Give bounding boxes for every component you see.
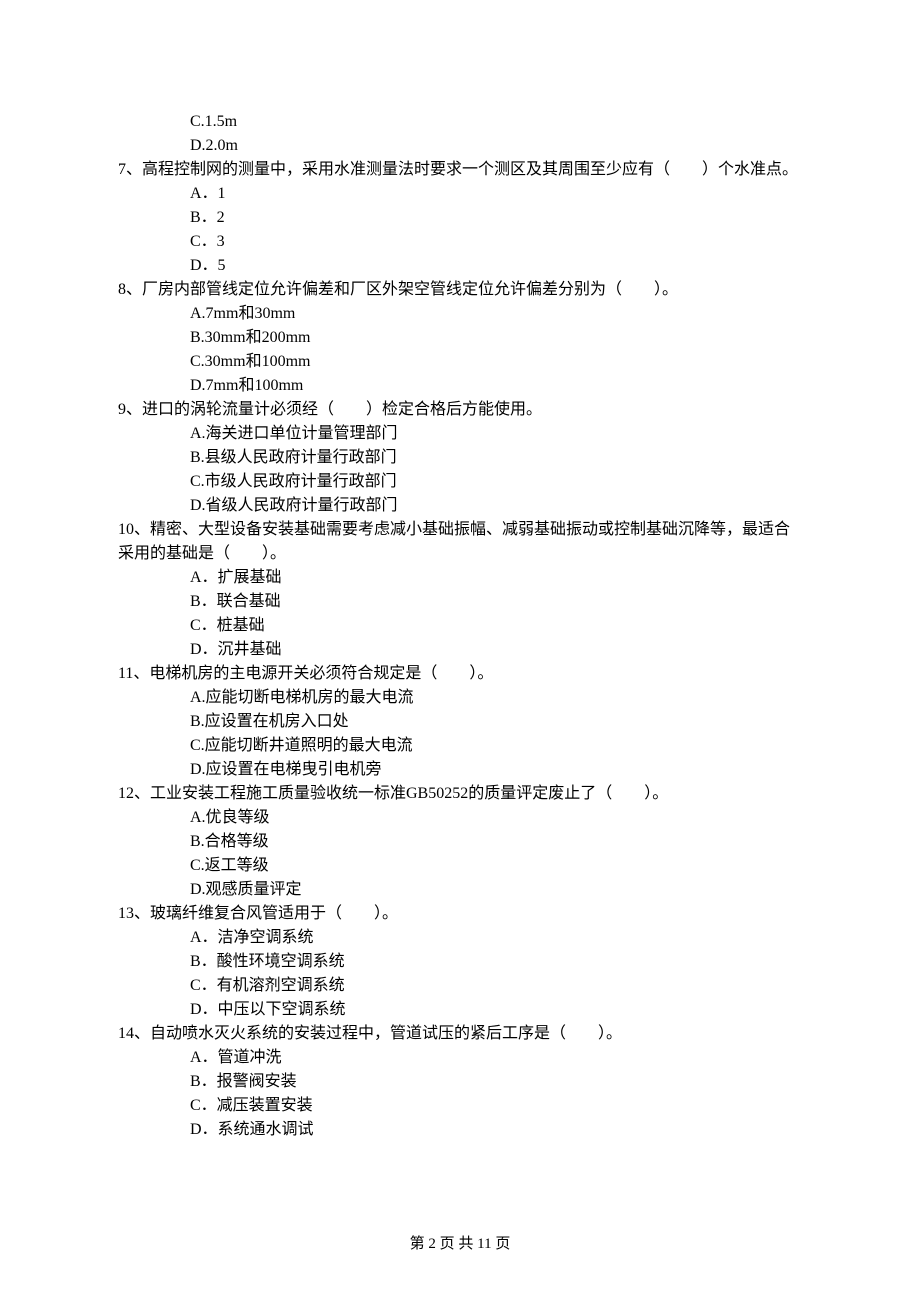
option-text: D.7mm和100mm (118, 374, 802, 398)
option-text: C.30mm和100mm (118, 350, 802, 374)
option-text: B.30mm和200mm (118, 326, 802, 350)
option-text: A.海关进口单位计量管理部门 (118, 422, 802, 446)
option-text: D.省级人民政府计量行政部门 (118, 494, 802, 518)
option-text: B．联合基础 (118, 590, 802, 614)
question-stem: 14、自动喷水灭火系统的安装过程中，管道试压的紧后工序是（ ）。 (118, 1022, 802, 1046)
option-text: D．沉井基础 (118, 638, 802, 662)
option-text: C.市级人民政府计量行政部门 (118, 470, 802, 494)
option-text: D.观感质量评定 (118, 878, 802, 902)
option-text: A．管道冲洗 (118, 1046, 802, 1070)
question-stem: 10、精密、大型设备安装基础需要考虑减小基础振幅、减弱基础振动或控制基础沉降等，… (118, 518, 802, 566)
question-stem: 13、玻璃纤维复合风管适用于（ ）。 (118, 902, 802, 926)
option-text: D．系统通水调试 (118, 1118, 802, 1142)
option-text: D.应设置在电梯曳引电机旁 (118, 758, 802, 782)
question-stem: 9、进口的涡轮流量计必须经（ ）检定合格后方能使用。 (118, 398, 802, 422)
question-stem: 8、厂房内部管线定位允许偏差和厂区外架空管线定位允许偏差分别为（ ）。 (118, 278, 802, 302)
option-text: D．中压以下空调系统 (118, 998, 802, 1022)
option-text: C.1.5m (118, 110, 802, 134)
exam-page: C.1.5m D.2.0m 7、高程控制网的测量中，采用水准测量法时要求一个测区… (0, 0, 920, 1302)
option-text: B.县级人民政府计量行政部门 (118, 446, 802, 470)
option-text: A.优良等级 (118, 806, 802, 830)
option-text: B．报警阀安装 (118, 1070, 802, 1094)
question-stem: 7、高程控制网的测量中，采用水准测量法时要求一个测区及其周围至少应有（ ）个水准… (118, 158, 802, 182)
option-text: B.应设置在机房入口处 (118, 710, 802, 734)
option-text: B．酸性环境空调系统 (118, 950, 802, 974)
question-stem: 11、电梯机房的主电源开关必须符合规定是（ ）。 (118, 662, 802, 686)
option-text: A．洁净空调系统 (118, 926, 802, 950)
page-footer: 第 2 页 共 11 页 (0, 1232, 920, 1256)
option-text: D．5 (118, 254, 802, 278)
option-text: C.返工等级 (118, 854, 802, 878)
option-text: B．2 (118, 206, 802, 230)
option-text: B.合格等级 (118, 830, 802, 854)
option-text: A.7mm和30mm (118, 302, 802, 326)
option-text: C．减压装置安装 (118, 1094, 802, 1118)
option-text: C．3 (118, 230, 802, 254)
question-stem: 12、工业安装工程施工质量验收统一标准GB50252的质量评定废止了（ ）。 (118, 782, 802, 806)
option-text: D.2.0m (118, 134, 802, 158)
option-text: A．扩展基础 (118, 566, 802, 590)
option-text: C.应能切断井道照明的最大电流 (118, 734, 802, 758)
option-text: A．1 (118, 182, 802, 206)
option-text: C．桩基础 (118, 614, 802, 638)
option-text: A.应能切断电梯机房的最大电流 (118, 686, 802, 710)
option-text: C．有机溶剂空调系统 (118, 974, 802, 998)
